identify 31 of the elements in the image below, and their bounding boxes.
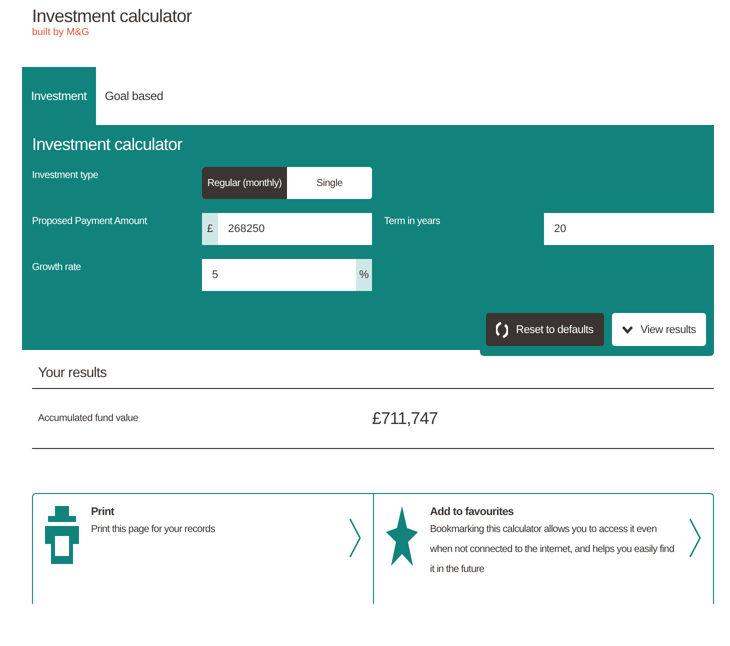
page-title: Investment calculator	[31, 5, 193, 27]
results-title: Your results	[32, 344, 714, 389]
field-label: Investment type	[32, 169, 100, 181]
chevron-right-icon	[689, 518, 701, 558]
panel-title: Investment calculator	[32, 135, 184, 155]
field-label: Term in years	[383, 215, 442, 227]
subtitle: built by M&G	[31, 27, 90, 38]
result-value: £711,747	[372, 408, 438, 428]
card-description: Bookmarking this calculator allows you to access it even when not connected to the internet, and helps you easily find it in the future	[430, 523, 676, 577]
field-label: Proposed Payment Amount	[32, 215, 148, 227]
star-icon	[386, 506, 418, 566]
segment-option[interactable]: Regular (monthly)	[202, 167, 287, 199]
chevron-right-icon	[349, 518, 361, 558]
result-label: Accumulated fund value	[37, 413, 140, 424]
card-title: Add to favourites	[430, 506, 515, 518]
refresh-icon	[496, 322, 508, 338]
printer-icon	[45, 506, 79, 564]
percent-suffix: %	[356, 259, 372, 291]
card-title: Print	[91, 506, 116, 518]
amount-field[interactable]: 268250	[218, 213, 372, 245]
chevron-down-icon	[622, 326, 632, 334]
action-card[interactable]: Add to favourites Bookmarking this calculator allows you to access it even when not connected to the internet, and helps you easily find it in the future	[373, 494, 713, 604]
field-label: Growth rate	[32, 261, 82, 273]
view-results-button[interactable]: View results	[612, 313, 706, 346]
currency-prefix: £	[202, 213, 218, 245]
reset-button[interactable]: Reset to defaults	[486, 313, 604, 346]
tab[interactable]: Investment	[22, 67, 96, 125]
action-card[interactable]: Print Print this page for your records	[33, 494, 373, 604]
growth-rate-field[interactable]: 5	[202, 259, 356, 291]
card-description: Print this page for your records	[91, 523, 216, 537]
term-field[interactable]: 20	[544, 213, 714, 245]
